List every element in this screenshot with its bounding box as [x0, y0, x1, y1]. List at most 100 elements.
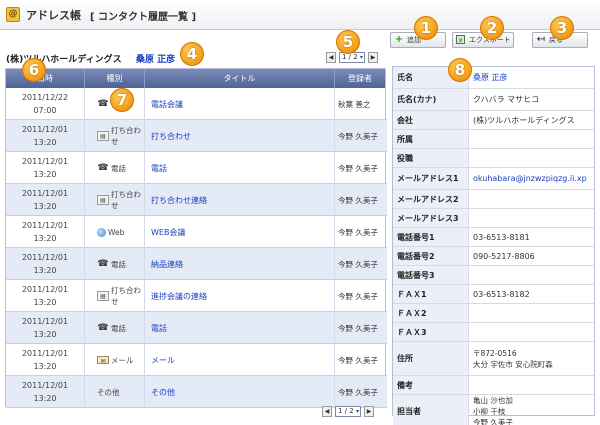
- row-datetime: 2011/12/01 13:20: [6, 152, 85, 184]
- table-row[interactable]: 2011/12/01 13:20 その他 その他 今野 久美子: [6, 376, 387, 408]
- detail-value[interactable]: 桑原 正彦: [473, 67, 592, 88]
- row-type-label: Web: [108, 227, 125, 237]
- row-title-cell: WEB会議: [145, 216, 335, 248]
- detail-label: 備考: [393, 376, 469, 394]
- row-user: 今野 久美子: [338, 195, 378, 205]
- detail-row: 役職: [393, 149, 594, 168]
- detail-label: 電話番号1: [393, 228, 469, 246]
- table-row[interactable]: 2011/12/2207:00☎電話電話会議秋葉 善之: [6, 88, 387, 120]
- row-time: 13:20: [33, 170, 57, 179]
- row-user: 秋葉 善之: [338, 99, 371, 109]
- web-icon: [97, 227, 106, 237]
- row-title-link[interactable]: 打ち合わせ: [151, 131, 191, 142]
- row-title-link[interactable]: メール: [151, 355, 175, 366]
- column-header-type[interactable]: 種別: [85, 69, 145, 88]
- row-type-label: 打ち合わせ: [111, 190, 141, 210]
- callout-badge-7: 7: [110, 88, 134, 112]
- row-title-cell: 打ち合わせ連絡: [145, 184, 335, 216]
- detail-value[interactable]: okuhabara@jnzwzpiqzg.ii.xp: [473, 168, 592, 189]
- title-bar: @ アドレス帳 [ コンタクト履歴一覧 ]: [0, 0, 600, 30]
- detail-value: [473, 376, 592, 394]
- row-title-link[interactable]: その他: [151, 387, 175, 398]
- callout-badge-1: 1: [414, 16, 438, 40]
- detail-label: ＦＡＸ2: [393, 304, 469, 322]
- detail-label: 会社: [393, 111, 469, 129]
- row-title-link[interactable]: 電話会議: [151, 99, 183, 110]
- row-title-link[interactable]: 電話: [151, 163, 167, 174]
- table-row[interactable]: 2011/12/01 13:20 ☎ 電話 電話 今野 久美子: [6, 152, 387, 184]
- row-title-link[interactable]: 進捗会議の連絡: [151, 291, 207, 302]
- detail-value: 03-6513-8182: [473, 289, 530, 299]
- row-time: 07:00: [33, 106, 57, 115]
- row-datetime: 2011/12/01 13:20: [6, 216, 85, 248]
- row-type-label: 電話: [111, 259, 126, 269]
- row-title-link[interactable]: 納品連絡: [151, 259, 183, 270]
- detail-row: ＦＡＸ3: [393, 323, 594, 342]
- row-time: 13:20: [33, 362, 57, 371]
- row-date: 2011/12/01: [21, 189, 69, 198]
- row-date: 2011/12/01: [21, 125, 69, 134]
- row-user: 今野 久美子: [338, 323, 378, 333]
- next-page-button[interactable]: ▶: [368, 52, 378, 63]
- row-type-label: 打ち合わせ: [111, 286, 141, 306]
- row-date: 2011/12/01: [21, 157, 69, 166]
- row-title-link[interactable]: 電話: [151, 323, 167, 334]
- detail-label: 電話番号3: [393, 266, 469, 284]
- row-type-label: 打ち合わせ: [111, 126, 141, 146]
- row-type-label: メール: [111, 355, 134, 365]
- detail-label: メールアドレス2: [393, 190, 469, 208]
- row-title-cell: 電話: [145, 152, 335, 184]
- row-date: 2011/12/01: [21, 285, 69, 294]
- app-title: アドレス帳: [26, 9, 81, 22]
- next-page-button[interactable]: ▶: [364, 406, 374, 417]
- row-title-cell: その他: [145, 376, 335, 408]
- detail-value-line: 〒872-0516: [473, 348, 517, 358]
- row-time: 13:20: [33, 138, 57, 147]
- row-type: Web: [85, 216, 145, 248]
- row-user: 今野 久美子: [338, 387, 378, 397]
- address-book-icon: @: [6, 7, 20, 22]
- row-user: 今野 久美子: [338, 131, 378, 141]
- prev-page-button[interactable]: ◀: [322, 406, 332, 417]
- table-row[interactable]: 2011/12/01 13:20 ☎ 電話 納品連絡 今野 久美子: [6, 248, 387, 280]
- detail-row: 住所 〒872-0516 大分 宇佐市 安心院町森: [393, 342, 594, 376]
- back-arrow-icon: ↤: [536, 34, 546, 45]
- row-title-link[interactable]: 打ち合わせ連絡: [151, 195, 207, 206]
- history-table: 日時 種別 タイトル 登録者 2011/12/2207:00☎電話電話会議秋葉 …: [5, 68, 387, 408]
- memo-icon: ▤: [97, 195, 109, 205]
- callout-badge-8: 8: [448, 58, 472, 82]
- table-row[interactable]: 2011/12/01 13:20 ▤ 打ち合わせ 進捗会議の連絡 今野 久美子: [6, 280, 387, 312]
- page-select[interactable]: 1 / 2: [335, 406, 361, 417]
- row-type: ☎電話: [85, 152, 145, 184]
- detail-label: メールアドレス1: [393, 168, 469, 189]
- row-user: 今野 久美子: [338, 259, 378, 269]
- prev-page-button[interactable]: ◀: [326, 52, 336, 63]
- table-row[interactable]: 2011/12/01 13:20 Web WEB会議 今野 久美子: [6, 216, 387, 248]
- column-header-title[interactable]: タイトル: [145, 69, 335, 88]
- row-title-cell: メール: [145, 344, 335, 376]
- row-type: ✉ メール: [85, 344, 145, 376]
- table-row[interactable]: 2011/12/01 13:20 ▤ 打ち合わせ 打ち合わせ 今野 久美子: [6, 120, 387, 152]
- row-datetime: 2011/12/01 13:20: [6, 344, 85, 376]
- table-row[interactable]: 2011/12/01 13:20 ▤ 打ち合わせ 打ち合わせ連絡 今野 久美子: [6, 184, 387, 216]
- table-row[interactable]: 2011/12/01 13:20 ✉ メール メール 今野 久美子: [6, 344, 387, 376]
- row-title-cell: 納品連絡: [145, 248, 335, 280]
- contact-person-link[interactable]: 桑原 正彦: [136, 52, 175, 65]
- detail-value: [473, 190, 592, 208]
- table-row[interactable]: 2011/12/01 13:20 ☎ 電話 電話 今野 久美子: [6, 312, 387, 344]
- page-subtitle: [ コンタクト履歴一覧 ]: [90, 12, 197, 23]
- column-header-user[interactable]: 登録者: [335, 69, 385, 88]
- row-time: 13:20: [33, 234, 57, 243]
- row-datetime: 2011/12/01 13:20: [6, 184, 85, 216]
- history-table-header: 日時 種別 タイトル 登録者: [6, 69, 385, 88]
- row-title-cell: 打ち合わせ: [145, 120, 335, 152]
- row-time: 13:20: [33, 266, 57, 275]
- row-type: ▤ 打ち合わせ: [85, 120, 145, 152]
- row-datetime: 2011/12/01 13:20: [6, 248, 85, 280]
- page-select[interactable]: 1 / 2: [339, 52, 365, 63]
- detail-value: [473, 304, 592, 322]
- detail-label: 氏名(カナ): [393, 89, 469, 110]
- row-type: ▤ 打ち合わせ: [85, 184, 145, 216]
- row-title-link[interactable]: WEB会議: [151, 227, 185, 238]
- detail-row: 会社 (株)ツルハホールディングス: [393, 111, 594, 130]
